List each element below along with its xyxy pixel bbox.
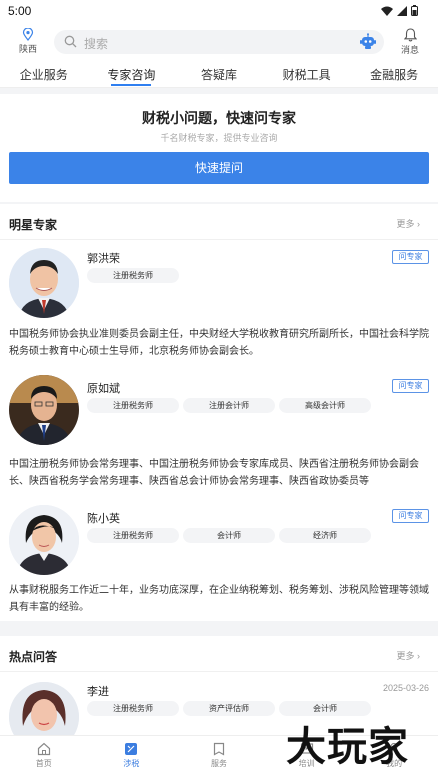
ask-expert-button[interactable]: 问专家	[392, 509, 429, 523]
tab-qa-library[interactable]: 答疑库	[175, 58, 263, 87]
status-bar: 5:00	[0, 0, 438, 22]
search-icon	[64, 35, 77, 48]
expert-tag: 注册税务师	[87, 268, 179, 283]
tax-icon	[125, 743, 138, 755]
watermark-logo: 大玩家	[286, 723, 409, 770]
hot-qa-more-link[interactable]: 更多 ›	[396, 649, 420, 662]
messages-button[interactable]: 消息	[398, 28, 422, 56]
avatar	[9, 248, 79, 318]
section-title: 热点问答	[9, 650, 58, 664]
expert-tags: 注册税务师	[87, 268, 179, 283]
nav-home[interactable]: 首页	[0, 736, 88, 779]
wifi-icon	[381, 6, 393, 16]
category-tabs: 企业服务 专家咨询 答疑库 财税工具 金融服务	[0, 58, 438, 88]
signal-icon	[397, 5, 407, 16]
nav-tax[interactable]: 涉税	[88, 736, 176, 779]
battery-icon	[411, 5, 418, 16]
location-pin-icon	[22, 28, 34, 41]
location-selector[interactable]: 陕西	[14, 28, 42, 55]
expert-tag: 高级会计师	[279, 398, 371, 413]
qa-date: 2025-03-26	[382, 683, 429, 693]
avatar	[9, 682, 79, 735]
avatar	[9, 375, 79, 445]
expert-tags: 注册税务师 会计师 经济师	[87, 528, 371, 543]
tab-enterprise-service[interactable]: 企业服务	[0, 58, 88, 87]
tab-finance-service[interactable]: 金融服务	[350, 58, 438, 87]
location-label: 陕西	[18, 44, 37, 54]
quick-ask-title: 财税小问题，快速问专家	[142, 110, 296, 126]
nav-label: 涉税	[123, 759, 140, 768]
expert-description: 中国注册税务师协会常务理事、中国注册税务师协会专家库成员、陕西省注册税务师协会副…	[9, 459, 419, 487]
section-title: 明星专家	[9, 218, 58, 232]
home-icon	[37, 742, 50, 756]
expert-name: 李进	[87, 686, 109, 698]
quick-ask-button[interactable]: 快速提问	[9, 152, 429, 184]
expert-card[interactable]: 郭洪荣 注册税务师 问专家 中国税务师协会执业准则委员会副主任，中央财经大学税收…	[0, 240, 438, 366]
expert-name: 原如斌	[87, 383, 120, 395]
expert-tag: 注册税务师	[87, 528, 179, 543]
nav-label: 服务	[210, 759, 227, 768]
chevron-right-icon: ›	[417, 219, 420, 229]
expert-tag: 会计师	[183, 528, 275, 543]
nav-service[interactable]: 服务	[175, 736, 263, 779]
expert-tag: 注册会计师	[183, 398, 275, 413]
more-label: 更多	[396, 651, 415, 661]
bell-icon	[403, 28, 417, 42]
tab-expert-consult[interactable]: 专家咨询	[88, 58, 176, 87]
quick-ask-subtitle: 千名财税专家，提供专业咨询	[160, 133, 278, 143]
expert-tag: 注册税务师	[87, 398, 179, 413]
star-experts-header: 明星专家 更多 ›	[0, 204, 438, 240]
expert-name: 陈小英	[87, 513, 120, 525]
expert-tag: 资产评估师	[183, 701, 275, 716]
status-time: 5:00	[8, 4, 32, 18]
status-icons	[381, 5, 418, 16]
search-placeholder: 搜索	[84, 37, 109, 51]
app-header: 陕西 搜索 消息	[0, 22, 438, 58]
search-bar[interactable]: 搜索	[54, 30, 384, 54]
star-experts-section: 明星专家 更多 › 郭洪荣 注册税务师 问专家 中国税务师协会执业准则委员会副主…	[0, 204, 438, 621]
expert-tag: 经济师	[279, 528, 371, 543]
expert-name: 郭洪荣	[87, 253, 120, 265]
hot-qa-header: 热点问答 更多 ›	[0, 636, 438, 672]
more-label: 更多	[396, 219, 415, 229]
service-icon	[213, 742, 225, 756]
tab-tax-tools[interactable]: 财税工具	[263, 58, 351, 87]
expert-description: 从事财税服务工作近二十年，业务功底深厚，在企业纳税筹划、税务筹划、涉税风险管理等…	[9, 585, 429, 613]
expert-card[interactable]: 陈小英 注册税务师 会计师 经济师 问专家 从事财税服务工作近二十年，业务功底深…	[0, 500, 438, 620]
avatar	[9, 505, 79, 575]
ask-expert-button[interactable]: 问专家	[392, 250, 429, 264]
expert-card[interactable]: 原如斌 注册税务师 注册会计师 高级会计师 问专家 中国注册税务师协会常务理事、…	[0, 370, 438, 496]
expert-tag: 注册税务师	[87, 701, 179, 716]
chevron-right-icon: ›	[417, 651, 420, 661]
messages-label: 消息	[400, 45, 419, 55]
robot-assistant-icon[interactable]	[360, 33, 376, 50]
quick-ask-card: 财税小问题，快速问专家 千名财税专家，提供专业咨询 快速提问	[0, 94, 438, 202]
expert-description: 中国税务师协会执业准则委员会副主任，中央财经大学税收教育研究所副所长，中国社会科…	[9, 329, 429, 357]
expert-tags: 注册税务师 注册会计师 高级会计师	[87, 398, 371, 413]
nav-label: 首页	[35, 759, 52, 768]
star-experts-more-link[interactable]: 更多 ›	[396, 217, 420, 230]
ask-expert-button[interactable]: 问专家	[392, 379, 429, 393]
